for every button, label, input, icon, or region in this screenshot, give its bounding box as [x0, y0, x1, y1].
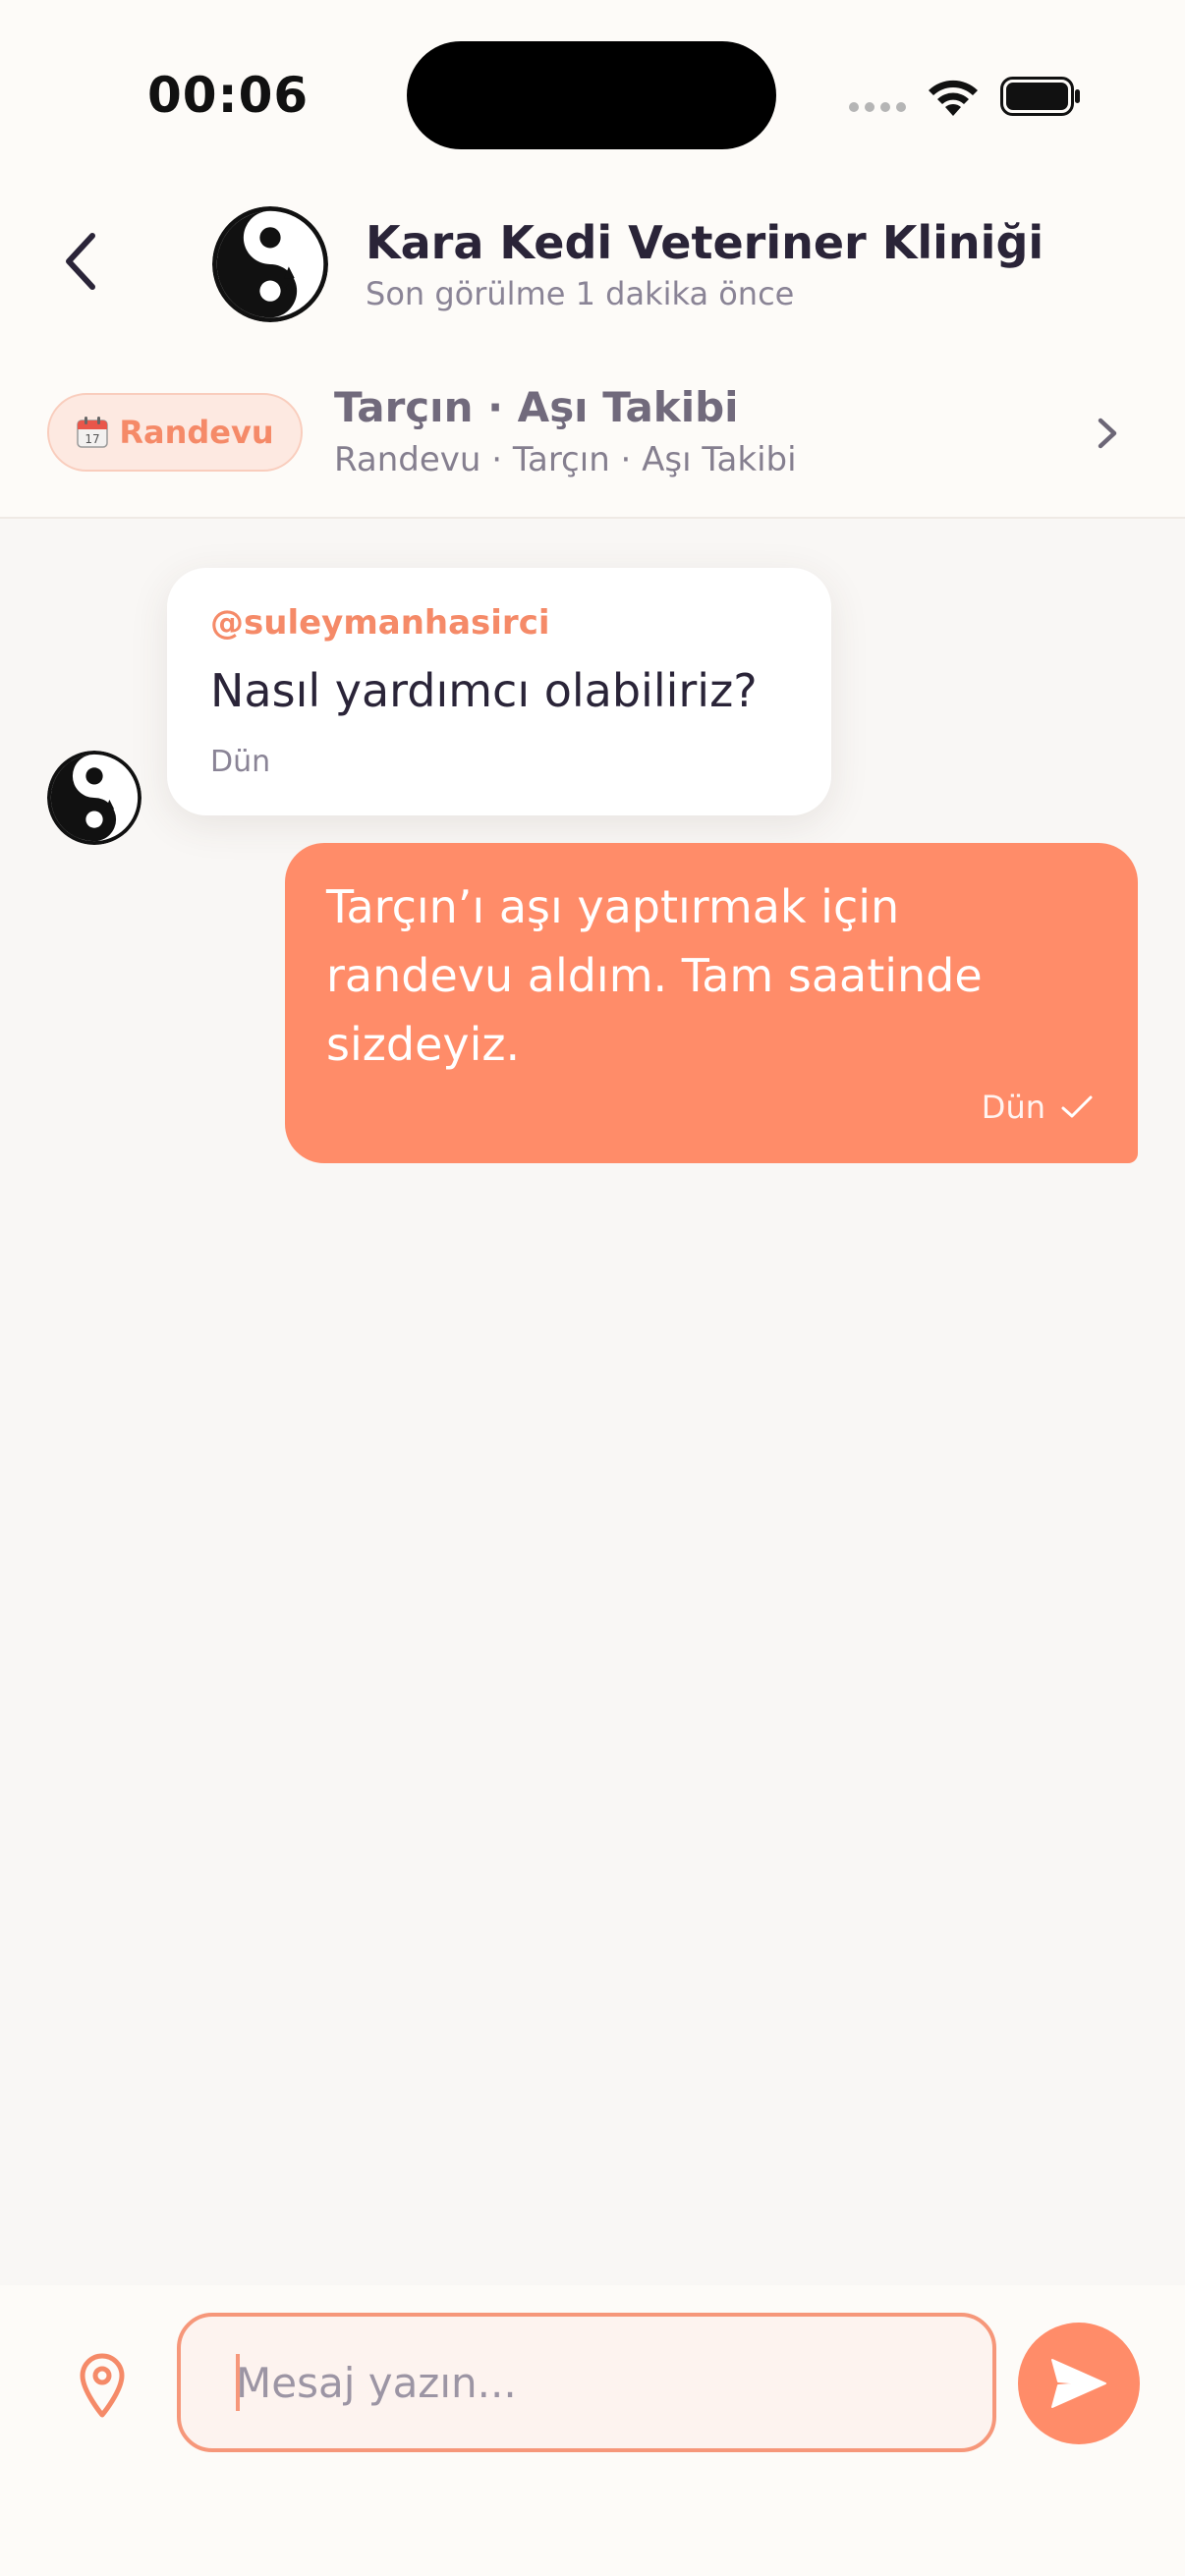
cat-logo-icon: [212, 206, 328, 322]
battery-icon: [1000, 77, 1080, 116]
message-text: Nasıl yardımcı olabiliriz?: [210, 664, 758, 717]
badge-label: Randevu: [119, 414, 274, 451]
sender-avatar[interactable]: [47, 751, 141, 845]
outgoing-message-bubble[interactable]: Tarçın’ı aşı yaptırmak için randevu aldı…: [285, 843, 1138, 1163]
status-bar: 00:06: [0, 0, 1185, 177]
wifi-icon: [929, 80, 978, 116]
appointment-badge: 17 Randevu: [47, 393, 303, 472]
location-pin-icon[interactable]: [77, 2350, 128, 2419]
status-time: 00:06: [147, 67, 310, 124]
message-meta: Dün: [982, 1089, 1095, 1126]
context-subtitle: Randevu · Tarçın · Aşı Takibi: [334, 440, 797, 479]
dynamic-island: [407, 41, 776, 149]
message-time: Dün: [981, 1089, 1045, 1126]
clinic-avatar[interactable]: [212, 206, 328, 322]
text-caret: [236, 2354, 240, 2411]
last-seen-status: Son görülme 1 dakika önce: [366, 275, 795, 312]
incoming-message-bubble[interactable]: @suleymanhasirci Nasıl yardımcı olabilir…: [167, 568, 831, 815]
svg-text:17: 17: [85, 432, 100, 446]
chat-header: Kara Kedi Veteriner Kliniği Son görülme …: [0, 177, 1185, 354]
calendar-icon: 17: [77, 417, 109, 448]
context-title: Tarçın · Aşı Takibi: [334, 383, 739, 431]
chevron-right-icon: [1098, 418, 1117, 449]
send-icon: [1051, 2359, 1106, 2408]
back-button[interactable]: [49, 222, 118, 301]
chat-screen: 00:06 Kara Kedi Veteriner Kliniği Son gö…: [0, 0, 1185, 2576]
message-time: Dün: [210, 745, 271, 779]
message-sender[interactable]: @suleymanhasirci: [210, 603, 550, 643]
cat-logo-icon: [47, 751, 141, 845]
appointment-context-bar[interactable]: 17 Randevu Tarçın · Aşı Takibi Randevu ·…: [0, 354, 1185, 519]
message-text: Tarçın’ı aşı yaptırmak için randevu aldı…: [326, 880, 983, 1071]
send-button[interactable]: [1018, 2323, 1140, 2444]
message-input[interactable]: [177, 2313, 996, 2452]
chat-title: Kara Kedi Veteriner Kliniği: [366, 216, 1044, 269]
message-composer: [0, 2285, 1185, 2576]
cellular-signal-icon: [849, 102, 906, 112]
check-icon: [1061, 1095, 1093, 1118]
